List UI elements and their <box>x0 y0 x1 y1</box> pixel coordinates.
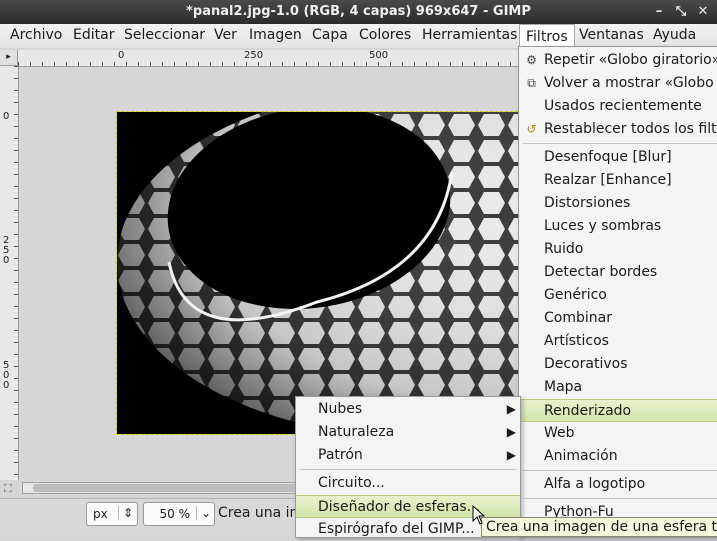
sphere-render-image <box>117 112 527 434</box>
menu-item-map[interactable]: Mapa <box>519 376 717 399</box>
menu-item-render[interactable]: Renderizado <box>519 399 717 422</box>
menu-capa[interactable]: Capa <box>312 27 348 43</box>
menu-item-pattern[interactable]: Patrón ▶ <box>296 444 520 467</box>
status-message: Crea una im <box>218 505 304 521</box>
menu-herramientas[interactable]: Herramientas <box>422 27 517 43</box>
unit-value: px <box>93 507 108 521</box>
vertical-ruler[interactable]: 0 250 500 <box>0 66 19 480</box>
menu-item-recent[interactable]: Usados recientemente <box>519 95 717 118</box>
menu-item-distorts[interactable]: Distorsiones <box>519 192 717 215</box>
menu-item-artistic[interactable]: Artísticos <box>519 330 717 353</box>
tooltip: Crea una imagen de una esfera text <box>481 517 717 537</box>
submenu-arrow-icon: ▶ <box>506 425 516 439</box>
menu-item-edge-detect[interactable]: Detectar bordes <box>519 261 717 284</box>
menu-archivo[interactable]: Archivo <box>10 27 62 43</box>
ruler-label: 0 <box>118 50 125 61</box>
spin-icon: ⇕ <box>117 506 133 520</box>
zoom-value: 50 % <box>159 507 191 521</box>
menu-item-noise[interactable]: Ruido <box>519 238 717 261</box>
menu-item-circuit[interactable]: Circuito... <box>296 472 520 495</box>
menu-separator <box>523 143 717 144</box>
menu-item-alpha-logo[interactable]: Alfa a logotipo <box>519 473 717 496</box>
repeat-icon: ⚙ <box>526 53 537 67</box>
quick-mask-toggle[interactable]: ▸ <box>0 50 18 66</box>
ruler-label: 250 <box>3 235 10 266</box>
menu-imagen[interactable]: Imagen <box>249 27 302 43</box>
minimize-button[interactable]: – <box>650 3 668 21</box>
menu-separator <box>300 469 516 470</box>
maximize-button[interactable]: ⤡ <box>672 3 690 21</box>
navigate-icon[interactable]: ⛶ <box>4 482 16 495</box>
menu-editar[interactable]: Editar <box>73 27 114 43</box>
menu-ver[interactable]: Ver <box>214 27 237 43</box>
menu-item-reset[interactable]: ↺ Restablecer todos los filtro <box>519 118 717 141</box>
submenu-arrow-icon: ▶ <box>506 402 516 416</box>
mouse-cursor-icon <box>472 505 486 525</box>
zoom-selector[interactable]: 50 % ⌄ <box>143 502 215 526</box>
menu-item-combine[interactable]: Combinar <box>519 307 717 330</box>
menu-item-decor[interactable]: Decorativos <box>519 353 717 376</box>
menu-item-sphere-designer[interactable]: Diseñador de esferas... <box>296 495 520 518</box>
menu-item-animation[interactable]: Animación <box>519 445 717 468</box>
ruler-label: 500 <box>3 360 10 391</box>
menu-colores[interactable]: Colores <box>359 27 411 43</box>
close-button[interactable]: ✕ <box>694 3 712 21</box>
ruler-label: 250 <box>244 50 264 61</box>
menu-separator <box>523 470 717 471</box>
menu-seleccionar[interactable]: Seleccionar <box>124 27 205 43</box>
menu-item-clouds[interactable]: Nubes ▶ <box>296 398 520 421</box>
menu-item-reshow[interactable]: ⧉ Volver a mostrar «Globo gi <box>519 72 717 95</box>
menu-ayuda[interactable]: Ayuda <box>653 27 696 43</box>
filters-menu: ⚙ Repetir «Globo giratorio» ⧉ Volver a m… <box>518 46 717 538</box>
menu-item-generic[interactable]: Genérico <box>519 284 717 307</box>
chevron-down-icon: ⌄ <box>195 506 211 520</box>
window-title: *panal2.jpg-1.0 (RGB, 4 capas) 969x647 -… <box>186 4 531 19</box>
title-bar: *panal2.jpg-1.0 (RGB, 4 capas) 969x647 -… <box>0 0 717 24</box>
image-canvas[interactable] <box>116 111 528 435</box>
menu-ventanas[interactable]: Ventanas <box>579 27 644 43</box>
unit-selector[interactable]: px ⇕ <box>86 502 138 526</box>
menu-item-nature[interactable]: Naturaleza ▶ <box>296 421 520 444</box>
menu-separator <box>523 498 717 499</box>
menu-item-enhance[interactable]: Realzar [Enhance] <box>519 169 717 192</box>
menu-item-web[interactable]: Web <box>519 422 717 445</box>
menu-item-blur[interactable]: Desenfoque [Blur] <box>519 146 717 169</box>
reset-icon: ↺ <box>526 122 537 136</box>
menu-item-light-shadow[interactable]: Luces y sombras <box>519 215 717 238</box>
menu-filtros[interactable]: Filtros <box>519 24 575 48</box>
ruler-label: 500 <box>369 50 389 61</box>
submenu-arrow-icon: ▶ <box>506 448 516 462</box>
ruler-label: 0 <box>3 111 10 122</box>
reshow-icon: ⧉ <box>527 76 536 90</box>
menu-item-repeat[interactable]: ⚙ Repetir «Globo giratorio» <box>519 49 717 72</box>
